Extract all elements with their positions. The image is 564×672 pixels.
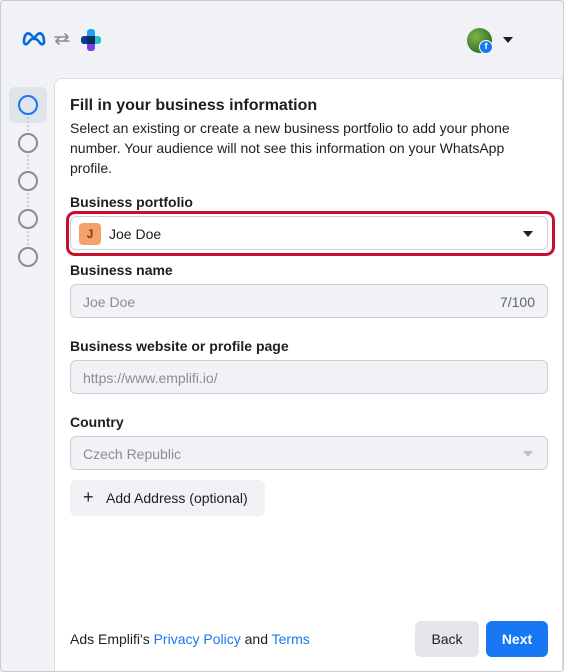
business-portfolio-label: Business portfolio [70, 194, 193, 210]
step-5 [18, 247, 38, 267]
back-button[interactable]: Back [415, 621, 479, 657]
app-window: f Fill in your business information Sele… [0, 0, 564, 672]
add-address-button[interactable]: + Add Address (optional) [70, 480, 265, 516]
country-select[interactable]: Czech Republic [70, 436, 548, 470]
country-value: Czech Republic [83, 446, 182, 462]
footer-prefix: Ads Emplifi's [70, 631, 154, 647]
website-field[interactable]: https://www.emplifi.io/ [70, 360, 548, 394]
header: f [1, 1, 563, 77]
business-info-card: Fill in your business information Select… [54, 78, 563, 671]
facebook-badge-icon: f [479, 40, 493, 54]
step-1 [18, 95, 38, 115]
page-description: Select an existing or create a new busin… [70, 120, 510, 176]
page-title: Fill in your business information [70, 97, 318, 114]
next-button[interactable]: Next [486, 621, 548, 657]
website-value: https://www.emplifi.io/ [83, 370, 218, 386]
country-label: Country [70, 414, 124, 430]
business-name-value: Joe Doe [83, 294, 136, 310]
business-name-label: Business name [70, 262, 173, 278]
website-label: Business website or profile page [70, 338, 289, 354]
business-portfolio-select[interactable]: J Joe Doe [70, 216, 548, 250]
step-3 [18, 171, 38, 191]
character-counter: 7/100 [499, 294, 535, 310]
swap-arrows-icon [54, 33, 70, 45]
meta-logo-icon [22, 32, 46, 46]
plus-icon: + [83, 487, 94, 507]
privacy-policy-link[interactable]: Privacy Policy [154, 631, 241, 647]
footer-legal-text: Ads Emplifi's Privacy Policy and Terms [70, 631, 310, 647]
account-menu-caret-icon[interactable] [503, 37, 513, 43]
step-rail [9, 87, 47, 267]
add-address-label: Add Address (optional) [106, 490, 248, 506]
terms-link[interactable]: Terms [272, 631, 310, 647]
portfolio-value: Joe Doe [109, 226, 162, 242]
portfolio-avatar: J [79, 223, 101, 245]
chevron-down-icon [523, 451, 533, 457]
whatsapp-business-icon [81, 29, 101, 51]
step-4 [18, 209, 38, 229]
footer-conjunction: and [240, 631, 272, 647]
chevron-down-icon [523, 231, 533, 237]
step-2 [18, 133, 38, 153]
business-name-field[interactable]: Joe Doe 7/100 [70, 284, 548, 318]
